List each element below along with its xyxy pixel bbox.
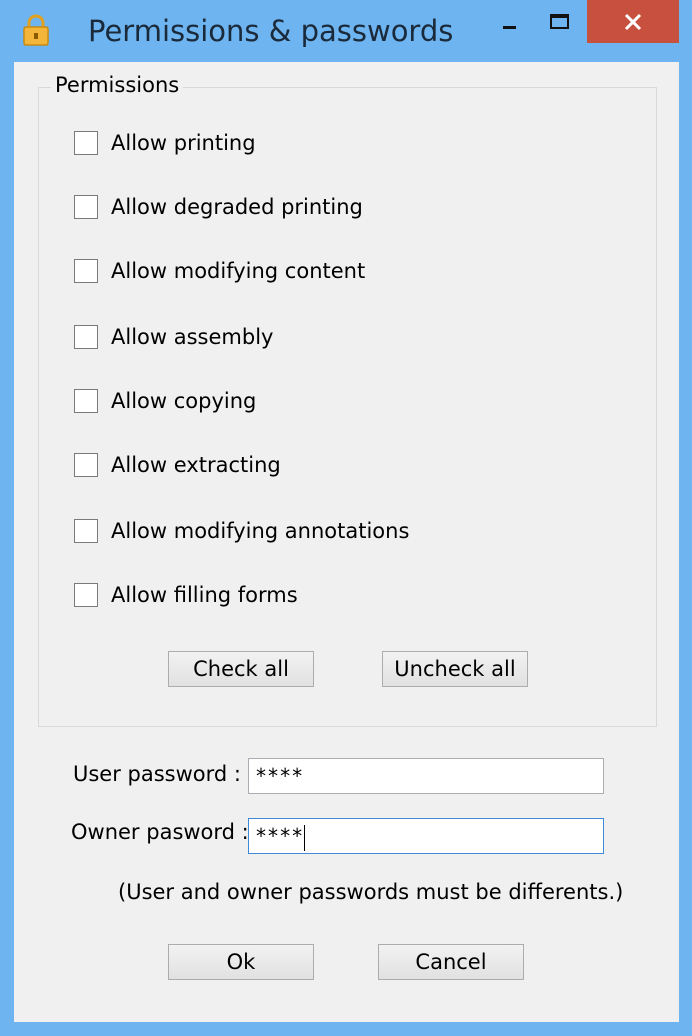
permission-allow-modifying-content[interactable]: Allow modifying content [74, 256, 365, 286]
checkbox[interactable] [74, 519, 98, 543]
ok-button[interactable]: Ok [168, 944, 314, 980]
permission-label: Allow extracting [111, 453, 281, 477]
owner-password-input[interactable]: **** [248, 818, 604, 854]
permission-allow-copying[interactable]: Allow copying [74, 386, 256, 416]
permissions-group-label: Permissions [51, 73, 184, 97]
user-password-label: User password : [73, 762, 241, 786]
cancel-button[interactable]: Cancel [378, 944, 524, 980]
text-caret [304, 824, 306, 851]
permission-label: Allow degraded printing [111, 195, 363, 219]
permission-label: Allow assembly [111, 325, 274, 349]
checkbox[interactable] [74, 389, 98, 413]
checkbox[interactable] [74, 325, 98, 349]
user-password-input[interactable]: **** [248, 758, 604, 794]
permission-allow-degraded-printing[interactable]: Allow degraded printing [74, 192, 363, 222]
maximize-icon [550, 13, 569, 29]
minimize-icon [503, 25, 516, 29]
permission-allow-filling-forms[interactable]: Allow filling forms [74, 580, 298, 610]
permission-allow-extracting[interactable]: Allow extracting [74, 450, 281, 480]
permission-label: Allow printing [111, 131, 256, 155]
checkbox[interactable] [74, 583, 98, 607]
uncheck-all-button[interactable]: Uncheck all [382, 651, 528, 687]
permission-label: Allow filling forms [111, 583, 298, 607]
user-password-value: **** [255, 764, 304, 788]
checkbox[interactable] [74, 259, 98, 283]
close-icon [624, 13, 642, 30]
checkbox[interactable] [74, 453, 98, 477]
close-button[interactable] [587, 0, 679, 43]
check-all-button[interactable]: Check all [168, 651, 314, 687]
permission-allow-modifying-annotations[interactable]: Allow modifying annotations [74, 516, 409, 546]
checkbox[interactable] [74, 195, 98, 219]
maximize-button[interactable] [536, 0, 584, 43]
owner-password-label: Owner pasword : [71, 820, 249, 844]
window-title: Permissions & passwords [88, 14, 454, 48]
permission-label: Allow modifying annotations [111, 519, 410, 543]
owner-password-value: **** [255, 824, 304, 848]
permissions-dialog: Permissions & passwords Permissions Allo… [0, 0, 692, 1036]
dialog-client-area: Permissions Allow printing Allow degrade… [14, 62, 679, 1022]
permission-allow-assembly[interactable]: Allow assembly [74, 322, 273, 352]
lock-icon [23, 14, 49, 46]
checkbox[interactable] [74, 131, 98, 155]
permission-allow-printing[interactable]: Allow printing [74, 128, 256, 158]
minimize-button[interactable] [486, 0, 534, 43]
permission-label: Allow modifying content [111, 259, 366, 283]
title-bar[interactable]: Permissions & passwords [0, 0, 692, 62]
password-note: (User and owner passwords must be differ… [118, 880, 624, 904]
permission-label: Allow copying [111, 389, 257, 413]
